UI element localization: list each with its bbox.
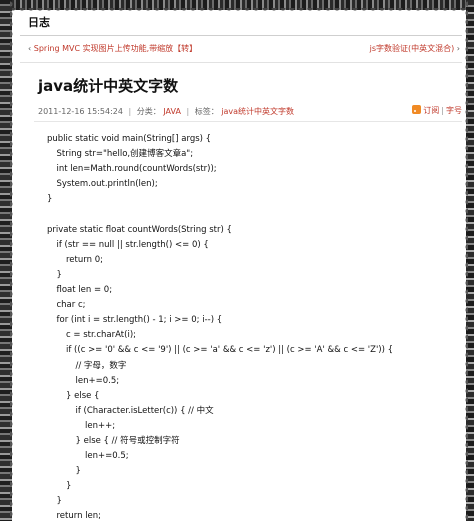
code-line: } — [47, 194, 53, 204]
tools-separator: | — [441, 106, 444, 115]
divider — [20, 35, 462, 36]
code-line: public static void main(String[] args) { — [47, 134, 212, 144]
code-line: float len = 0; — [56, 285, 113, 295]
post-title: java统计中英文字数 — [38, 77, 179, 95]
code-line: c = str.charAt(i); — [66, 330, 136, 340]
code-line: len+=0.5; — [85, 451, 129, 461]
next-post-label: js字数验证(中英文混合) — [369, 44, 455, 53]
rss-icon — [412, 105, 422, 114]
category-label: 分类： — [136, 107, 161, 116]
font-size-link[interactable]: 字号 — [446, 106, 462, 115]
previous-post-link[interactable]: ‹ Spring MVC 实现图片上传功能,带缩放【转】 — [28, 43, 197, 54]
code-line: if (str == null || str.length() <= 0) { — [56, 240, 209, 250]
code-line: int len=Math.round(countWords(str)); — [56, 164, 217, 174]
code-line: } — [75, 466, 81, 476]
code-line: } — [66, 481, 72, 491]
code-line: } — [56, 270, 62, 280]
code-line: String str="hello,创建博客文章a"; — [56, 149, 194, 159]
subscribe-link[interactable]: 订阅 — [423, 106, 439, 115]
torn-edge-top — [0, 0, 474, 14]
code-line: return 0; — [66, 255, 103, 265]
code-line: if ((c >= '0' && c <= '9') || (c >= 'a' … — [66, 345, 394, 355]
post-date: 2011-12-16 15:54:24 — [38, 107, 123, 116]
code-line: // 字母，数字 — [75, 361, 127, 371]
code-line: } else { — [66, 391, 100, 401]
code-line: private static float countWords(String s… — [47, 225, 232, 235]
post-tools: 订阅 | 字号 — [412, 105, 462, 116]
code-line: } else { // 符号或控制字符 — [75, 436, 180, 446]
meta-separator: | — [128, 107, 132, 116]
section-header: 日志 — [28, 16, 50, 29]
previous-post-label: Spring MVC 实现图片上传功能,带缩放【转】 — [33, 44, 198, 53]
post-meta: 2011-12-16 15:54:24 | 分类： JAVA | 标签： jav… — [38, 106, 294, 117]
torn-edge-left — [0, 0, 16, 521]
code-line: char c; — [56, 300, 86, 310]
tags-label: 标签： — [194, 107, 219, 116]
post-navigation: ‹ Spring MVC 实现图片上传功能,带缩放【转】 js字数验证(中英文混… — [28, 43, 460, 57]
code-line: len++; — [85, 421, 116, 431]
category-link[interactable]: JAVA — [163, 107, 181, 116]
code-line: for (int i = str.length() - 1; i >= 0; i… — [56, 315, 223, 325]
divider — [20, 62, 462, 63]
chevron-right-icon: › — [456, 44, 460, 53]
code-line: if (Character.isLetter(c)) { // 中文 — [75, 406, 214, 416]
code-line: System.out.println(len); — [56, 179, 158, 189]
tag-link[interactable]: java统计中英文字数 — [221, 107, 294, 116]
chevron-left-icon: ‹ — [28, 44, 32, 53]
divider — [34, 121, 462, 122]
next-post-link[interactable]: js字数验证(中英文混合) › — [370, 43, 460, 54]
code-line: } — [56, 496, 62, 506]
meta-separator: | — [186, 107, 190, 116]
torn-edge-right — [462, 0, 474, 521]
code-line: len+=0.5; — [75, 376, 120, 386]
